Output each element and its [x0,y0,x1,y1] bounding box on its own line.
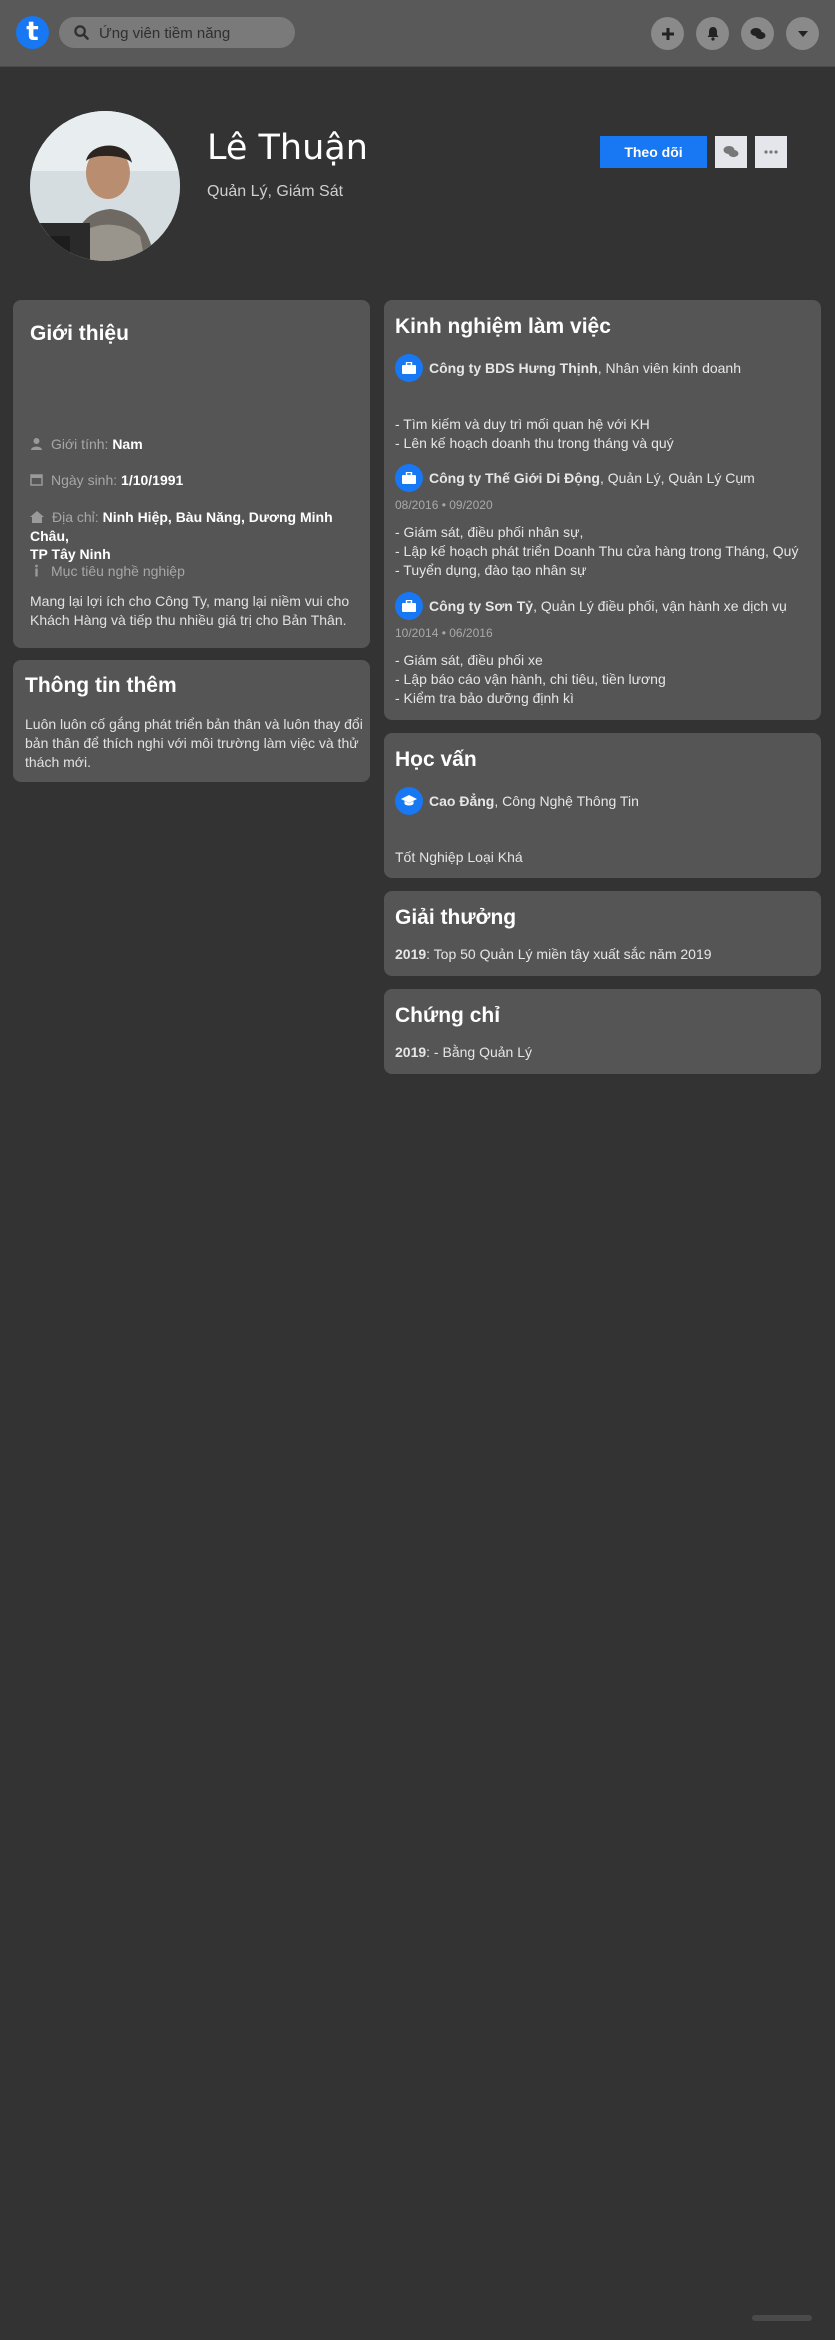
plus-icon[interactable] [651,17,684,50]
dob-row: Ngày sinh: 1/10/1991 [30,472,183,489]
chat-icon[interactable] [741,17,774,50]
more-info-line1: Luôn luôn cố gắng phát triển bản thân và… [25,716,363,732]
job-1-duty: - Lên kế hoạch doanh thu trong tháng và … [395,435,674,451]
awards-card: Giải thưởng 2019: Top 50 Quản Lý miền tâ… [384,891,821,976]
education-heading: Học vấn [395,748,477,771]
goal-line2: Khách Hàng và tiếp thu nhiều giá trị cho… [30,612,347,628]
job-3-duty: - Lập báo cáo vận hành, chi tiêu, tiền l… [395,671,666,687]
address-value-line2: TP Tây Ninh [30,546,111,563]
chat-icon [723,146,739,158]
job-2-role: , Quản Lý, Quản Lý Cụm [599,470,755,486]
education-grade: Tốt Nghiệp Loại Khá [395,849,523,865]
job-3-duty: - Kiểm tra bảo dưỡng định kì [395,690,574,706]
intro-card: Giới thiệu Giới tính: Nam Ngày sinh: 1/1… [13,300,370,648]
job-3-duty: - Giám sát, điều phối xe [395,652,543,668]
job-1-company: Công ty BDS Hưng Thịnh [429,360,598,376]
goal-row: Mục tiêu nghề nghiệp [30,563,185,580]
award-year: 2019 [395,946,427,962]
education-card: Học vấn Cao Đẳng, Công Nghệ Thông Tin Tố… [384,733,821,878]
follow-button[interactable]: Theo dõi [600,136,707,168]
caret-down-icon[interactable] [786,17,819,50]
top-navbar: t [0,0,835,67]
certificate-year: 2019 [395,1044,427,1060]
user-icon [30,437,43,453]
search-icon [74,25,89,45]
job-3-header: Công ty Sơn Tỷ, Quản Lý điều phối, vận h… [429,598,787,614]
avatar[interactable] [30,111,180,261]
more-info-text: Luôn luôn cố gắng phát triển bản thân và… [25,715,363,772]
profile-title: Quản Lý, Giám Sát [207,183,344,200]
job-1-header: Công ty BDS Hưng Thịnh, Nhân viên kinh d… [429,360,741,376]
dob-value: 1/10/1991 [121,472,184,488]
intro-heading: Giới thiệu [30,322,129,345]
education-major: , Công Nghệ Thông Tin [494,793,639,809]
job-1-duty: - Tìm kiếm và duy trì mối quan hệ với KH [395,416,650,432]
calendar-icon [30,473,43,489]
goal-label: Mục tiêu nghề nghiệp [51,563,185,579]
profile-name: Lê Thuận [207,128,368,168]
watermark-logo [752,2313,812,2326]
experience-card: Kinh nghiệm làm việc Công ty BDS Hưng Th… [384,300,821,720]
more-info-line3: thách mới. [25,754,91,770]
info-icon [30,564,43,580]
job-2-header: Công ty Thế Giới Di Động, Quản Lý, Quản … [429,470,755,486]
home-icon [30,509,44,527]
job-1-role: , Nhân viên kinh doanh [597,360,741,376]
gender-row: Giới tính: Nam [30,436,143,453]
experience-heading: Kinh nghiệm làm việc [395,315,611,338]
education-degree-row: Cao Đẳng, Công Nghệ Thông Tin [429,793,639,809]
certificates-heading: Chứng chỉ [395,1004,501,1027]
more-info-card: Thông tin thêm Luôn luôn cố gắng phát tr… [13,660,370,782]
job-2-duty: - Tuyển dụng, đào tạo nhân sự [395,562,587,578]
job-3-company: Công ty Sơn Tỷ [429,598,534,614]
search-input[interactable] [97,17,291,50]
more-options-button[interactable] [755,136,787,168]
search-box[interactable] [59,17,295,50]
briefcase-icon [395,592,423,620]
job-3-dates: 10/2014 • 06/2016 [395,626,493,640]
ellipsis-icon [764,150,778,154]
address-label: Địa chỉ: [52,509,99,525]
bell-icon[interactable] [696,17,729,50]
gender-label: Giới tính: [51,436,109,452]
certificate-text: : - Bằng Quản Lý [426,1044,532,1060]
certificate-item: 2019: - Bằng Quản Lý [395,1044,532,1060]
award-item: 2019: Top 50 Quản Lý miền tây xuất sắc n… [395,946,712,962]
certificates-card: Chứng chỉ 2019: - Bằng Quản Lý [384,989,821,1074]
dob-label: Ngày sinh: [51,472,118,488]
award-text: : Top 50 Quản Lý miền tây xuất sắc năm 2… [426,946,712,962]
graduation-cap-icon [395,787,423,815]
briefcase-icon [395,464,423,492]
briefcase-icon [395,354,423,382]
job-2-company: Công ty Thế Giới Di Động [429,470,600,486]
awards-heading: Giải thưởng [395,906,517,929]
more-info-line2: bản thân để thích nghi với môi trường là… [25,735,359,751]
education-degree: Cao Đẳng [429,793,495,809]
message-button[interactable] [715,136,747,168]
goal-line1: Mang lại lợi ích cho Công Ty, mang lại n… [30,593,350,609]
job-3-role: , Quản Lý điều phối, vận hành xe dịch vụ [533,598,787,614]
more-info-heading: Thông tin thêm [25,674,177,697]
logo[interactable]: t [16,16,49,49]
address-row: Địa chỉ: Ninh Hiệp, Bàu Năng, Dương Minh… [30,508,370,563]
job-2-dates: 08/2016 • 09/2020 [395,498,493,512]
goal-text: Mang lại lợi ích cho Công Ty, mang lại n… [30,592,349,630]
job-2-duty: - Giám sát, điều phối nhân sự, [395,524,584,540]
job-2-duty: - Lập kế hoạch phát triển Doanh Thu cửa … [395,543,799,559]
profile-header: Lê Thuận Quản Lý, Giám Sát Theo dõi [0,66,835,296]
gender-value: Nam [112,436,143,452]
